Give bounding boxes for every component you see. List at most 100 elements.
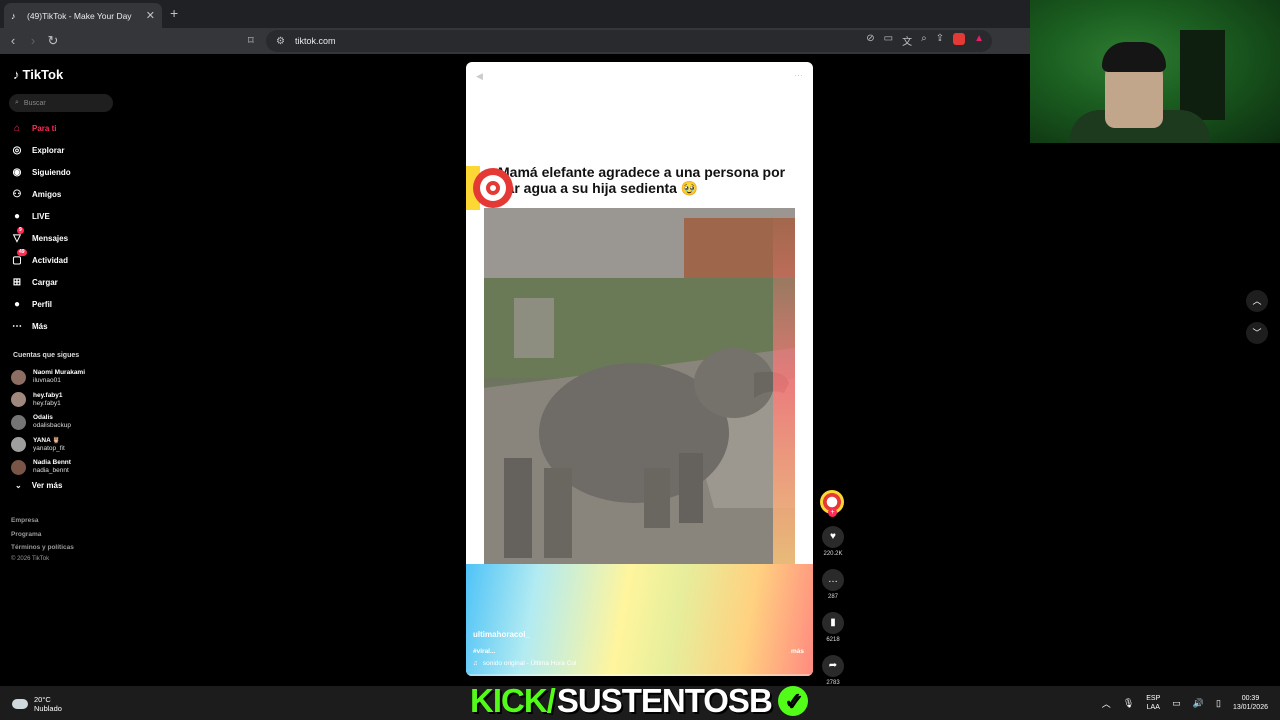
avatar [11, 369, 26, 385]
reload-button[interactable]: ↻ [46, 33, 60, 49]
more-icon: ⋯ [12, 320, 22, 332]
tiktok-logo[interactable]: ♪ TikTok [13, 67, 63, 82]
network-icon[interactable]: ▭ [1172, 698, 1181, 709]
next-video-chevron-down-icon[interactable]: ﹀ [1246, 322, 1268, 344]
follow-plus-icon[interactable]: + [828, 508, 837, 517]
tiktok-note-icon: ♪ [13, 67, 20, 82]
webcam-overlay [1030, 0, 1280, 143]
following-accounts: Naomi Murakami iluvnao01 hey.faby1 hey.fab… [11, 366, 126, 479]
account-item[interactable]: YANA 🦉 yanatop_fit [11, 434, 126, 457]
forward-button[interactable]: › [26, 33, 40, 49]
elephant-video-frame [484, 208, 795, 564]
sidebar-item-perfil[interactable]: ● Perfil [10, 293, 125, 315]
sidebar: ♪ TikTok ⌕ Buscar ⌂ Para ti ◎ Explorar ◉… [0, 54, 130, 686]
back-button[interactable]: ‹ [6, 33, 20, 49]
windows-taskbar: 20°C Nublado KICK/ SUSTENTOSB ✓ ︿ 🎙 ESP LA… [0, 682, 1280, 720]
sidebar-item-cargar[interactable]: ⊞ Cargar [10, 271, 125, 293]
browser-tab[interactable]: ♪ (49)TikTok - Make Your Day ✕ [4, 3, 162, 28]
sidebar-item-actividad[interactable]: ▢ 49 Actividad [10, 249, 125, 271]
search-input[interactable]: ⌕ Buscar [9, 94, 113, 112]
extension-triangle-icon[interactable]: ▲ [974, 33, 984, 48]
verified-check-icon: ✓ [777, 686, 808, 716]
share-arrow-icon[interactable]: ➦ [822, 655, 844, 677]
sidebar-item-mas[interactable]: ⋯ Más [10, 315, 125, 337]
video-sound[interactable]: ♫ sonido original - Última Hora Col [473, 660, 576, 667]
account-item[interactable]: Naomi Murakami iluvnao01 [11, 366, 126, 389]
cast-icon[interactable]: ▭ [884, 33, 893, 48]
copyright: © 2026 TikTok [11, 555, 50, 562]
battery-icon[interactable]: ▯ [1216, 698, 1221, 709]
language-indicator[interactable]: ESP LAA [1146, 694, 1160, 712]
zoom-icon[interactable]: ⌕ [921, 33, 927, 48]
following-icon: ◉ [12, 166, 22, 178]
sidebar-item-siguiendo[interactable]: ◉ Siguiendo [10, 161, 125, 183]
video-progress-bar[interactable] [466, 674, 813, 676]
bookmark-icon[interactable]: ⌑ [248, 34, 254, 47]
url-text: tiktok.com [294, 36, 336, 46]
translate-icon[interactable]: 文 [902, 33, 912, 48]
following-title: Cuentas que sigues [13, 352, 80, 359]
comment-count: 287 [827, 594, 838, 600]
friends-icon: ⚇ [12, 188, 22, 200]
tracking-icon[interactable]: ⊘ [866, 33, 874, 48]
channel-logo-icon [466, 166, 513, 210]
messages-icon: ▽ 9 [13, 227, 24, 244]
video-hashtag[interactable]: #viral... [473, 648, 495, 655]
profile-icon: ● [13, 298, 21, 310]
share-icon[interactable]: ⇪ [936, 33, 944, 48]
volume-tray-icon[interactable]: 🔊 [1193, 698, 1204, 709]
account-item[interactable]: hey.faby1 hey.faby1 [11, 389, 126, 412]
chevron-down-icon: ⌄ [15, 481, 22, 490]
footer-link-terminos[interactable]: Términos y políticas [11, 541, 74, 555]
heart-icon[interactable]: ♥ [822, 526, 844, 548]
messages-badge: 9 [17, 227, 24, 234]
see-more-button[interactable]: ⌄ Ver más [15, 481, 62, 490]
previous-video-chevron-up-icon[interactable]: ︿ [1246, 290, 1268, 312]
bookmark-save-icon[interactable]: ▮ [822, 612, 844, 634]
footer-links: Empresa Programa Términos y políticas © … [11, 514, 74, 564]
compass-icon: ◎ [12, 144, 22, 156]
share-action: ➦ 2783 [818, 655, 848, 686]
webcam-background [1180, 30, 1225, 120]
save-action: ▮ 6218 [818, 612, 848, 643]
site-info-icon[interactable]: ⚙ [276, 36, 285, 47]
microphone-icon[interactable]: 🎙 [1123, 698, 1134, 709]
more-options-icon[interactable]: ⋯ [794, 70, 803, 81]
like-count: 220.2K [823, 551, 843, 557]
footer-link-programa[interactable]: Programa [11, 528, 74, 542]
avatar [11, 459, 26, 475]
account-item[interactable]: Odalis odalisbackup [11, 411, 126, 434]
video-caption: Mamá elefante agradece a una persona por… [498, 164, 786, 196]
sidebar-item-para-ti[interactable]: ⌂ Para ti [10, 117, 125, 139]
caption-more-link[interactable]: más [791, 648, 804, 655]
new-tab-button[interactable]: + [170, 5, 178, 21]
comment-icon[interactable]: … [822, 569, 844, 591]
clock[interactable]: 00:39 13/01/2026 [1233, 694, 1268, 712]
tray-chevron-up-icon[interactable]: ︿ [1102, 697, 1111, 710]
music-note-icon: ♫ [473, 660, 478, 667]
sidebar-item-mensajes[interactable]: ▽ 9 Mensajes [10, 227, 125, 249]
home-icon: ⌂ [13, 122, 21, 134]
sidebar-item-amigos[interactable]: ⚇ Amigos [10, 183, 125, 205]
browser-toolbar: ‹ › ↻ ⌑ ⚙ tiktok.com ⊘ ▭ 文 ⌕ ⇪ ▲ [0, 28, 1030, 54]
browser-tabbar: ♪ (49)TikTok - Make Your Day ✕ + [0, 0, 1030, 28]
sidebar-item-explorar[interactable]: ◎ Explorar [10, 139, 125, 161]
account-item[interactable]: Nadia Bennt nadia_bennt [11, 456, 126, 479]
creator-avatar[interactable]: + [820, 490, 844, 517]
tiktok-favicon-icon: ♪ [11, 10, 16, 21]
video-username[interactable]: ultimahoracol_ [473, 630, 530, 639]
activity-badge: 49 [17, 249, 27, 256]
video-player[interactable]: ◀ ⋯ Mamá elefante agradece a una persona… [466, 62, 813, 676]
elephant-scene [484, 208, 795, 564]
extension-shield-icon[interactable] [953, 33, 966, 45]
volume-icon[interactable]: ◀ [476, 71, 483, 82]
comment-action: … 287 [818, 569, 848, 600]
sidebar-nav: ⌂ Para ti ◎ Explorar ◉ Siguiendo ⚇ Amigo… [10, 117, 125, 337]
sidebar-item-live[interactable]: ● LIVE [10, 205, 125, 227]
footer-link-empresa[interactable]: Empresa [11, 514, 74, 528]
close-tab-icon[interactable]: ✕ [146, 9, 155, 22]
upload-icon: ⊞ [12, 276, 22, 288]
feed-scroll-buttons: ︿ ﹀ [1246, 290, 1268, 354]
weather-widget[interactable]: 20°C Nublado [12, 695, 62, 713]
avatar [11, 437, 26, 453]
